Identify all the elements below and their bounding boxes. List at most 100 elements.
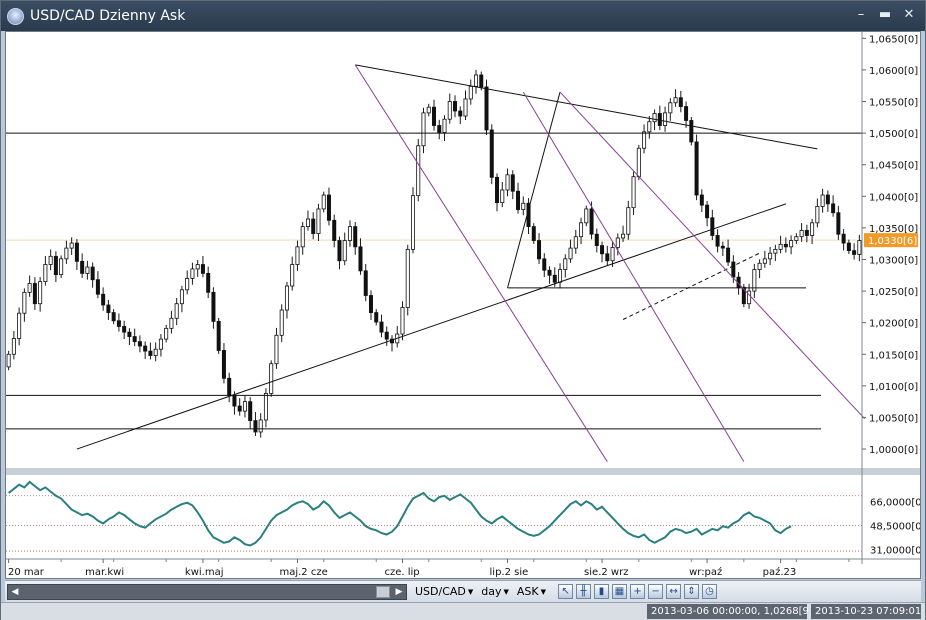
chart-window: USD/CAD Dzienny Ask – ▬ ✕ 1,0650[0] 1,060… [0,0,926,620]
y-tick-label: 1,0000[0] [869,445,918,456]
y-tick-label: 1,0250[0] [869,287,918,298]
candle-body [279,309,284,336]
candle-body [321,194,326,210]
candle-body [106,304,111,313]
candle-body [720,245,725,249]
candle-body [195,264,200,270]
candle-body [248,401,253,422]
candle-body [32,283,37,305]
y-tick-label: 1,0500[0] [869,129,918,140]
candle-body [405,248,410,308]
candle-body [521,202,526,210]
candle-body [673,97,678,104]
scroll-right-icon[interactable]: ▶ [392,585,406,599]
candle-body [547,269,552,276]
cursor-value: 1,0268[9] [763,606,813,617]
candle-body [474,74,479,87]
zoom-in-icon[interactable]: + [630,584,646,599]
oscillator-tick-label: 31,0000[0 [870,546,920,557]
candle-body [573,236,578,249]
candle-body [374,312,379,323]
price-chart[interactable]: 1,0650[0] 1,0600[0] 1,0550[0] 1,0500[0] 1,04… [6,32,922,578]
x-tick-label: cze. lip [384,567,419,578]
candle-body [463,98,468,117]
candle-body [169,317,174,329]
candle-body [710,217,715,236]
candle-body [6,353,11,368]
candle-body [11,338,16,355]
shift-icon[interactable]: ↔ [666,584,682,599]
candle-body [122,326,127,333]
side-dropdown[interactable]: ASK ▼ [517,585,546,598]
candle-body [143,345,148,352]
candle-body [384,331,389,340]
candle-body [642,131,647,149]
candle-body [579,222,584,238]
candle-body [810,222,815,236]
candle-body [410,195,415,250]
candle-body [174,303,179,319]
candle-body [799,230,804,238]
y-tick-label: 1,0450[0] [869,161,918,172]
candle-body [295,246,300,265]
candle-body [794,236,799,241]
period-icon[interactable]: ◷ [702,584,718,599]
candle-body [594,233,599,246]
candle-body [610,247,615,262]
candle-body [600,245,605,255]
maximize-button[interactable]: ▬ [877,5,893,25]
candle-body [516,190,521,210]
x-tick-label: 20 mar [8,567,45,578]
candle-body [857,240,862,255]
candle-body [657,113,662,126]
candle-body [237,405,242,412]
candle-body [453,101,458,112]
candle-body [148,350,153,356]
fit-icon[interactable]: ⇕ [684,584,700,599]
candle-body [153,348,158,356]
y-tick-label: 1,0650[0] [869,34,918,45]
title-bar[interactable]: USD/CAD Dzienny Ask – ▬ ✕ [1,1,925,31]
candle-body [479,74,484,88]
oscillator-panel [6,480,862,552]
candle-body [789,240,794,248]
bar-type-icon[interactable]: ╫ [576,584,592,599]
zoom-out-icon[interactable]: − [648,584,664,599]
candle-icon[interactable]: ▮ [594,584,610,599]
candle-body [53,255,58,276]
cursor-icon[interactable]: ↖ [558,584,574,599]
candle-body [762,258,767,264]
candle-body [211,291,216,322]
channel-line [354,64,608,462]
timeframe-dropdown[interactable]: day ▼ [481,585,509,598]
candle-body [90,266,95,281]
candle-body [116,320,121,327]
y-tick-label: 1,0550[0] [869,98,918,109]
minimize-button[interactable]: – [853,5,869,25]
candle-body [615,237,620,248]
candle-body [216,321,221,351]
close-button[interactable]: ✕ [901,5,917,25]
scroll-thumb[interactable] [376,585,390,598]
chart-area[interactable]: 1,0650[0] 1,0600[0] 1,0550[0] 1,0500[0] 1,04… [5,31,922,579]
candle-body [820,194,825,207]
candle-body [558,269,563,283]
candle-body [589,208,594,235]
candle-body [300,226,305,248]
grid-icon[interactable]: ▦ [612,584,628,599]
symbol-label: USD/CAD [415,585,466,598]
horizontal-scrollbar[interactable]: ◀ ▶ [7,583,407,600]
scroll-left-icon[interactable]: ◀ [8,585,22,599]
x-tick-label: kwi.maj [185,567,224,578]
toolbar-icons: ↖ ╫ ▮ ▦ + − ↔ ⇕ ◷ [558,584,718,599]
candle-body [626,207,631,235]
symbol-dropdown[interactable]: USD/CAD ▼ [415,585,473,598]
candle-body [684,106,689,121]
x-tick-label: lip.2 sie [490,567,529,578]
candle-body [164,327,169,340]
candle-body [311,218,316,234]
candle-body [778,243,783,250]
candle-body [353,226,358,248]
candle-body [416,145,421,197]
candle-body [101,293,106,306]
